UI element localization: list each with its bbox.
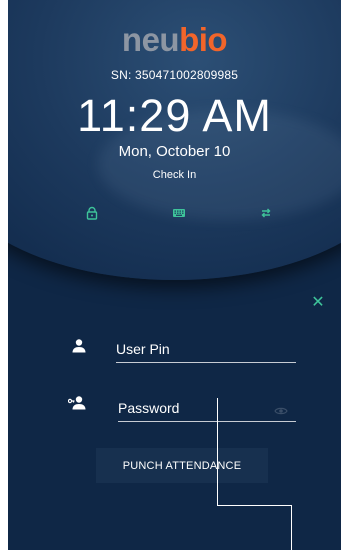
overlay-line-vertical-2 bbox=[291, 505, 292, 550]
overlay-line-horizontal bbox=[217, 505, 291, 506]
eye-icon[interactable] bbox=[274, 403, 288, 415]
clock-time: 11:29 AM bbox=[77, 90, 272, 141]
overlay-line-vertical-1 bbox=[217, 398, 218, 506]
attendance-mode-label: Check In bbox=[152, 169, 197, 181]
user-pin-input[interactable] bbox=[116, 335, 296, 363]
lock-icon-glyph bbox=[86, 206, 98, 220]
app-screen: neubio SN: 350471002809985 11:29 AM Mon,… bbox=[8, 0, 341, 550]
password-input[interactable] bbox=[118, 394, 296, 422]
close-icon[interactable]: ✕ bbox=[310, 295, 326, 311]
user-key-icon bbox=[67, 395, 86, 411]
keyboard-icon[interactable] bbox=[171, 205, 187, 221]
switch-icon[interactable] bbox=[258, 205, 274, 221]
switch-icon-glyph bbox=[261, 208, 271, 218]
logo-text-bio: bio bbox=[179, 21, 228, 58]
serial-number: SN: 350471002809985 bbox=[110, 68, 239, 82]
lock-icon[interactable] bbox=[84, 205, 100, 221]
user-icon bbox=[70, 338, 88, 354]
eye-icon-glyph bbox=[274, 407, 288, 415]
user-icon-glyph bbox=[72, 339, 86, 353]
logo-text-neu: neu bbox=[121, 21, 180, 58]
brand-logo: neubio bbox=[8, 22, 341, 58]
clock-date: Mon, October 10 bbox=[118, 143, 231, 160]
keyboard-icon-glyph bbox=[173, 209, 185, 217]
punch-attendance-button[interactable]: PUNCH ATTENDANCE bbox=[96, 448, 268, 483]
user-key-icon-glyph bbox=[67, 396, 86, 410]
